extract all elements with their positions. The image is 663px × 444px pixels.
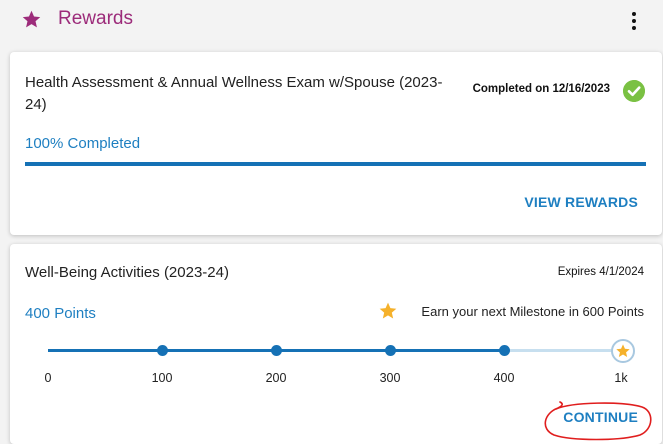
progress-bar [25,162,646,166]
tick-label: 1k [614,371,628,385]
milestone-dot [499,345,510,356]
milestone-dot [157,345,168,356]
tick-label: 200 [265,371,287,385]
completed-date: Completed on 12/16/2023 [472,83,610,95]
view-rewards-button[interactable]: VIEW REWARDS [524,194,638,210]
star-icon [616,344,630,357]
tick-label: 300 [379,371,401,385]
more-vertical-icon[interactable] [626,10,642,32]
goal-marker [611,339,635,363]
tick-label: 400 [493,371,515,385]
star-icon [379,302,397,319]
check-circle-icon [623,80,645,102]
points-progress-track [48,339,635,363]
assessment-title: Health Assessment & Annual Wellness Exam… [25,74,443,113]
app-header: Rewards [0,0,663,42]
progress-bar-fill [25,162,646,166]
star-icon [22,10,41,28]
milestone-dot [271,345,282,356]
expires-date: Expires 4/1/2024 [557,266,644,278]
milestone-text: Earn your next Milestone in 600 Points [421,304,644,319]
assessment-card: Health Assessment & Annual Wellness Exam… [10,52,662,235]
points-label: 400 Points [25,305,96,322]
tick-label: 100 [151,371,173,385]
tick-label: 0 [44,371,52,385]
progress-label: 100% Completed [25,135,141,152]
continue-button[interactable]: CONTINUE [563,409,638,425]
activities-card: Well-Being Activities (2023-24) Expires … [10,244,662,444]
activities-title: Well-Being Activities (2023-24) [25,264,229,281]
page-title: Rewards [58,8,133,29]
milestone-dot [385,345,396,356]
